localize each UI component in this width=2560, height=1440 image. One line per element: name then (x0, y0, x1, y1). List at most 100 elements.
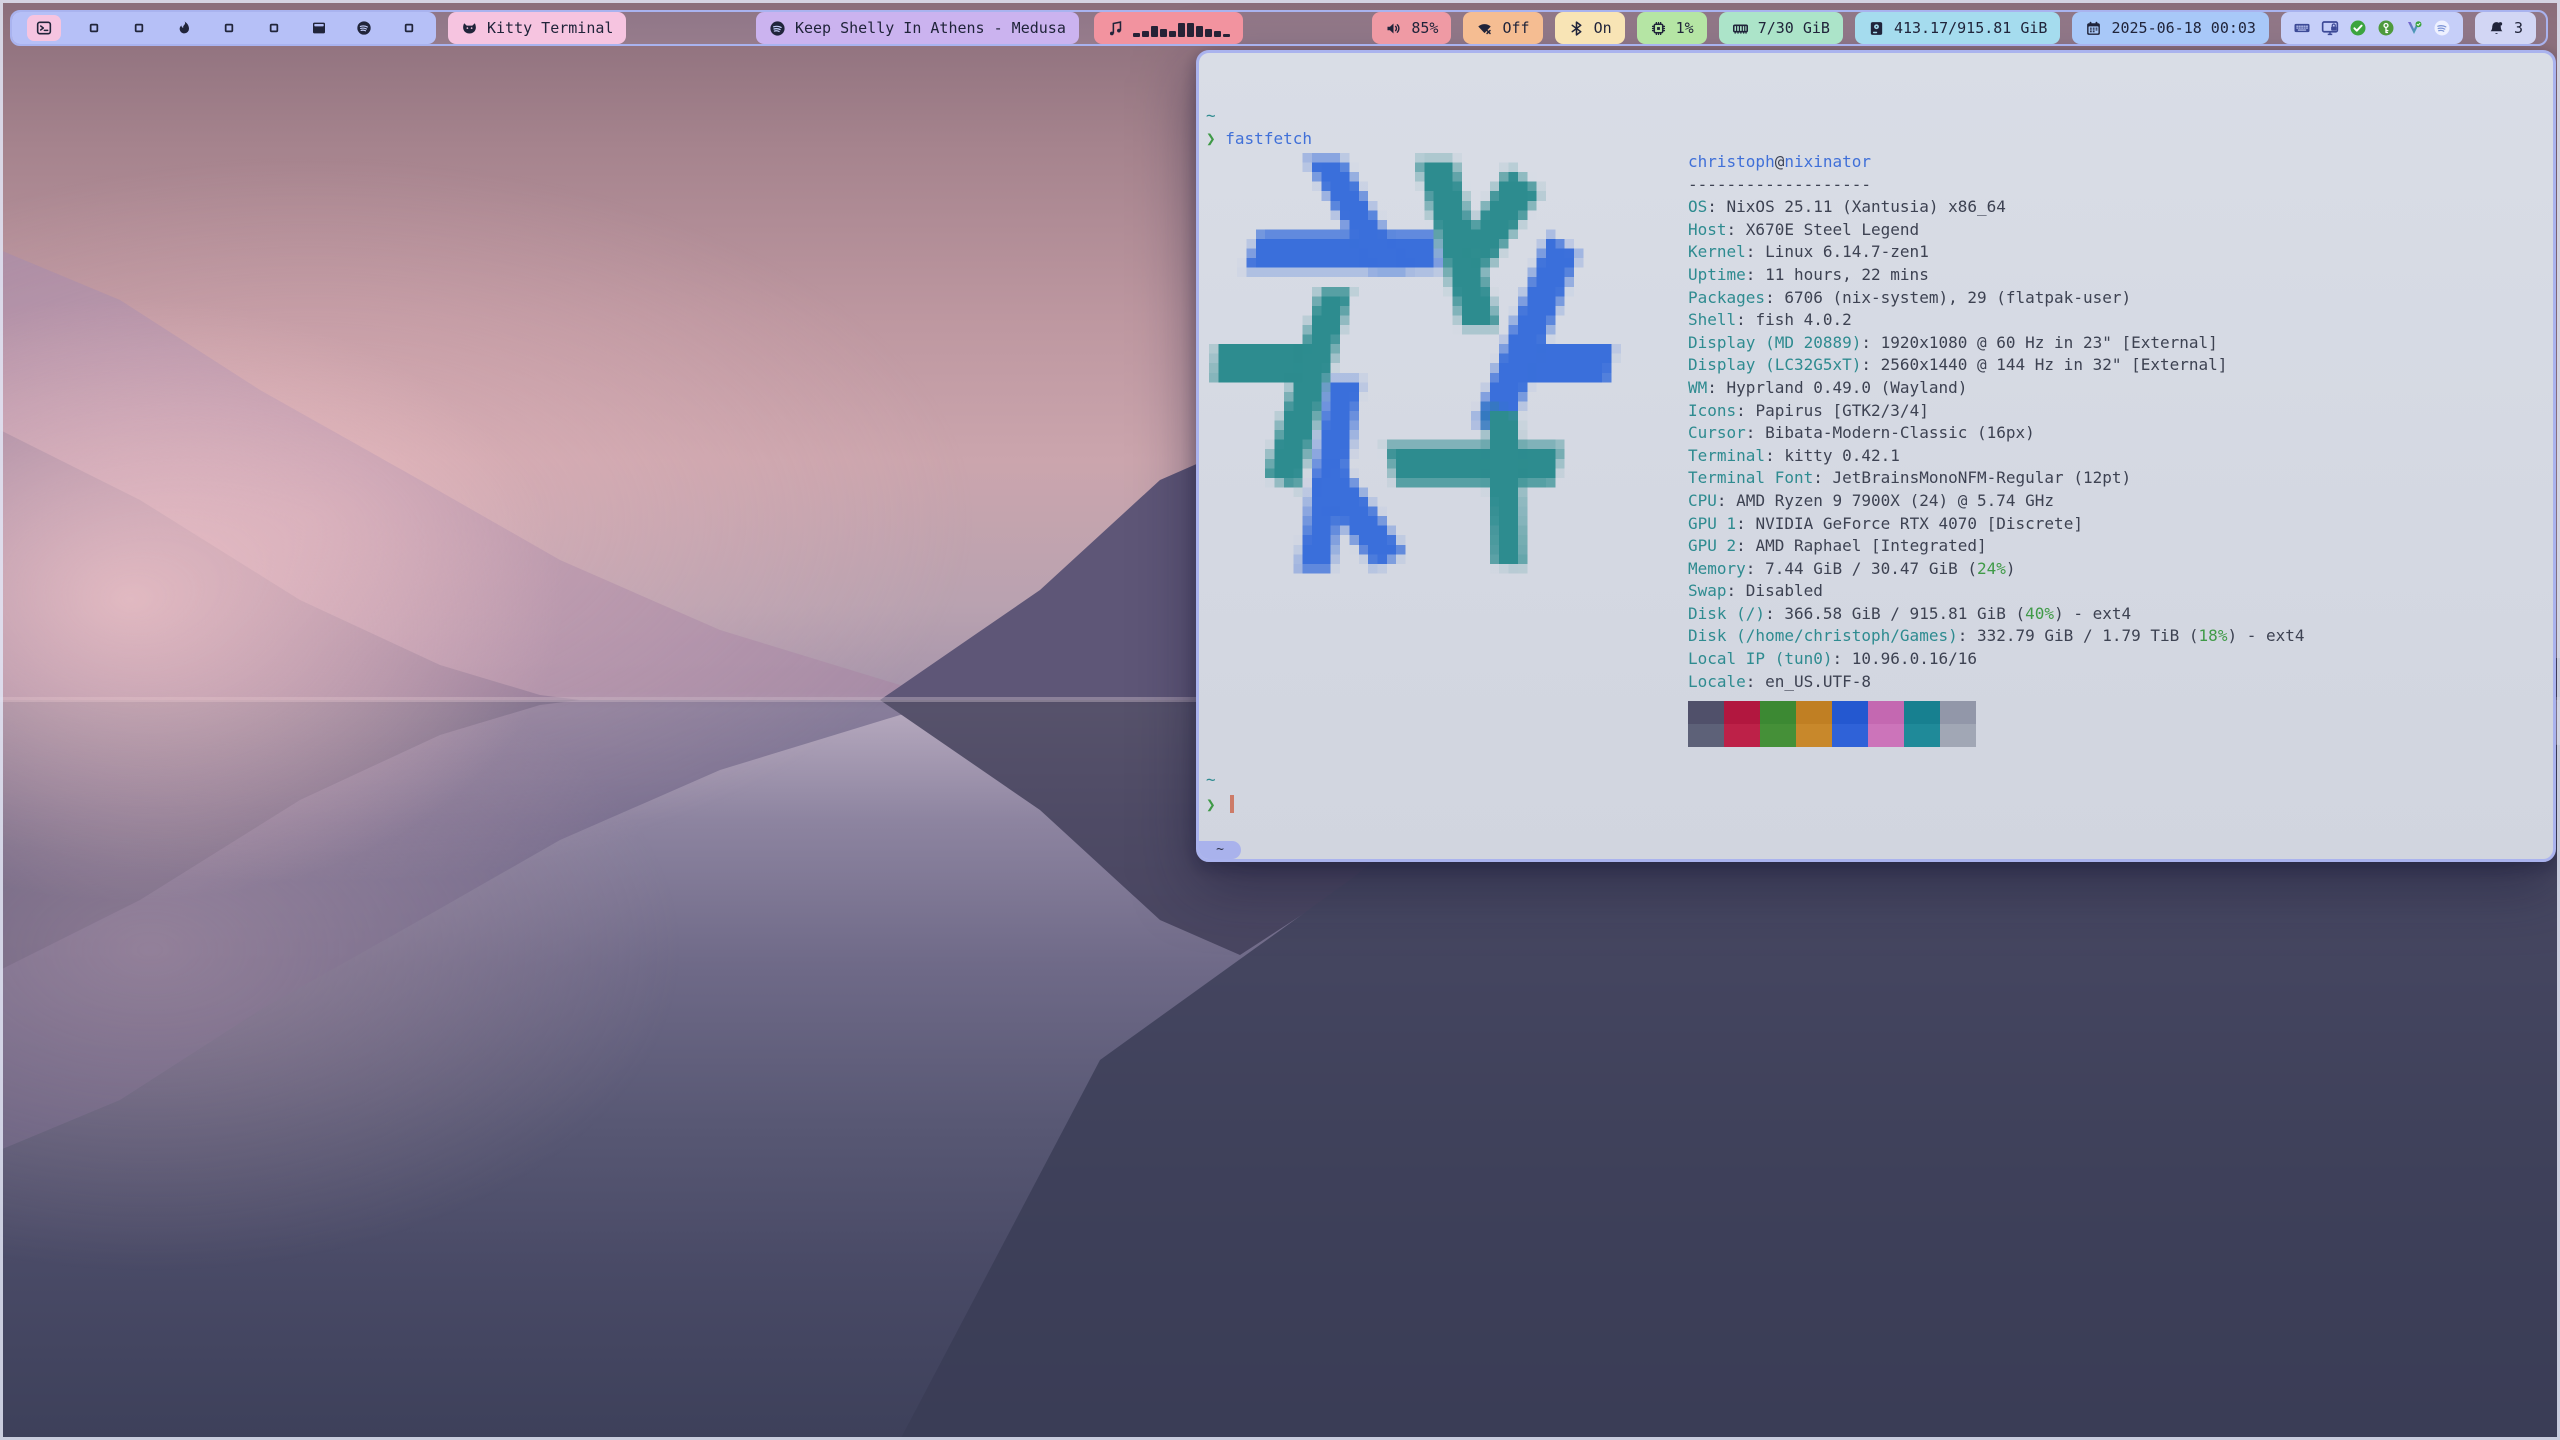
cpu-icon (1650, 20, 1667, 37)
terminal-tab[interactable]: ~ (1199, 841, 1241, 859)
workspace-5[interactable] (217, 16, 241, 40)
terminal-color-palette (1688, 701, 1976, 747)
fastfetch-line-18: GPU 2: AMD Raphael [Integrated] (1688, 535, 2305, 558)
fastfetch-line-17: GPU 1: NVIDIA GeForce RTX 4070 [Discrete… (1688, 513, 2305, 536)
memory-value: 7/30 GiB (1758, 19, 1830, 37)
spotify-tray-icon[interactable] (2433, 19, 2451, 37)
viz-bar-2 (1142, 31, 1149, 37)
viz-bar-6 (1178, 23, 1185, 37)
fastfetch-line-7: Packages: 6706 (nix-system), 29 (flatpak… (1688, 287, 2305, 310)
palette-swatch-1-5 (1868, 724, 1904, 747)
shell-prompt-current: ~ ❯ (1206, 769, 1234, 814)
palette-swatch-0-3 (1796, 701, 1832, 724)
workspace-8[interactable] (352, 16, 376, 40)
volume-pill[interactable]: 85% (1372, 12, 1451, 44)
status-bar: Kitty Terminal Keep Shelly In Athens - M… (10, 10, 2548, 46)
viz-bar-8 (1196, 26, 1203, 37)
notifications-pill[interactable]: 3 (2475, 12, 2536, 44)
viz-bar-10 (1214, 31, 1221, 37)
fastfetch-line-23: Local IP (tun0): 10.96.0.16/16 (1688, 648, 2305, 671)
palette-swatch-1-6 (1904, 724, 1940, 747)
disk-value: 413.17/915.81 GiB (1894, 19, 2048, 37)
workspace-1[interactable] (27, 15, 61, 41)
window-title-pill[interactable]: Kitty Terminal (448, 12, 626, 44)
fastfetch-line-5: Kernel: Linux 6.14.7-zen1 (1688, 241, 2305, 264)
clock-value: 2025-06-18 00:03 (2111, 19, 2256, 37)
prompt-path: ~ (1206, 770, 1216, 789)
bluetooth-icon (1568, 20, 1585, 37)
terminal-icon (36, 20, 52, 36)
palette-swatch-0-1 (1724, 701, 1760, 724)
viz-bar-1 (1133, 33, 1140, 37)
viz-bar-9 (1205, 29, 1212, 37)
viz-bar-11 (1223, 34, 1230, 37)
command-text: fastfetch (1225, 129, 1312, 148)
disk-pill[interactable]: 413.17/915.81 GiB (1855, 12, 2061, 44)
palette-swatch-1-7 (1940, 724, 1976, 747)
workspace-9[interactable] (397, 16, 421, 40)
cpu-value: 1% (1676, 19, 1694, 37)
fastfetch-line-4: Host: X670E Steel Legend (1688, 219, 2305, 242)
fastfetch-line-16: CPU: AMD Ryzen 9 7900X (24) @ 5.74 GHz (1688, 490, 2305, 513)
memory-icon (1732, 20, 1749, 37)
square-icon (131, 20, 147, 36)
terminal-content: ~ ❯ fastfetch christoph@nixinator-------… (1199, 53, 2553, 859)
fastfetch-line-20: Swap: Disabled (1688, 580, 2305, 603)
spotify-icon (769, 20, 786, 37)
palette-row-2 (1688, 724, 1976, 747)
fastfetch-line-6: Uptime: 11 hours, 22 mins (1688, 264, 2305, 287)
check-circle-icon[interactable] (2349, 19, 2367, 37)
notification-count: 3 (2514, 19, 2523, 37)
spotify-icon (356, 20, 372, 36)
palette-swatch-0-6 (1904, 701, 1940, 724)
bluetooth-pill[interactable]: On (1555, 12, 1625, 44)
prompt-path: ~ (1206, 106, 1216, 125)
headset-icon[interactable] (2405, 19, 2423, 37)
workspace-2[interactable] (82, 16, 106, 40)
volume-value: 85% (1411, 19, 1438, 37)
palette-swatch-1-2 (1760, 724, 1796, 747)
bluetooth-value: On (1594, 19, 1612, 37)
nixos-logo (1209, 153, 1649, 583)
workspaces-module (12, 12, 436, 44)
fastfetch-line-1: christoph@nixinator (1688, 151, 2305, 174)
monitor-lock-icon[interactable] (2321, 19, 2339, 37)
memory-pill[interactable]: 7/30 GiB (1719, 12, 1843, 44)
workspace-3[interactable] (127, 16, 151, 40)
network-value: Off (1502, 19, 1529, 37)
speaker-icon (1385, 20, 1402, 37)
fastfetch-line-9: Display (MD 20889): 1920x1080 @ 60 Hz in… (1688, 332, 2305, 355)
fastfetch-line-8: Shell: fish 4.0.2 (1688, 309, 2305, 332)
workspace-4[interactable] (172, 16, 196, 40)
audio-visualizer (1133, 19, 1230, 37)
status-group: 85% Off On 1% 7/30 GiB 413.17/915.81 GiB 2025-… (1372, 12, 2269, 44)
viz-bar-4 (1160, 29, 1167, 37)
palette-swatch-1-1 (1724, 724, 1760, 747)
prompt-symbol: ❯ (1206, 795, 1216, 814)
square-icon (266, 20, 282, 36)
clock-pill[interactable]: 2025-06-18 00:03 (2072, 12, 2269, 44)
workspace-6[interactable] (262, 16, 286, 40)
firefox-icon (176, 20, 192, 36)
music-track-label: Keep Shelly In Athens - Medusa (795, 19, 1066, 37)
kitty-terminal-window[interactable]: ~ ❯ fastfetch christoph@nixinator-------… (1196, 50, 2556, 862)
cpu-pill[interactable]: 1% (1637, 12, 1707, 44)
prompt-symbol: ❯ (1206, 129, 1216, 148)
music-pill[interactable]: Keep Shelly In Athens - Medusa (756, 12, 1079, 44)
network-pill[interactable]: Off (1463, 12, 1542, 44)
palette-swatch-0-4 (1832, 701, 1868, 724)
workspace-7[interactable] (307, 16, 331, 40)
fastfetch-line-21: Disk (/): 366.58 GiB / 915.81 GiB (40%) … (1688, 603, 2305, 626)
palette-swatch-0-5 (1868, 701, 1904, 724)
keyboard-icon[interactable] (2293, 19, 2311, 37)
square-icon (86, 20, 102, 36)
fastfetch-line-24: Locale: en_US.UTF-8 (1688, 671, 2305, 694)
fastfetch-line-2: ------------------- (1688, 174, 2305, 197)
visualizer-pill[interactable] (1094, 12, 1243, 44)
fastfetch-line-22: Disk (/home/christoph/Games): 332.79 GiB… (1688, 625, 2305, 648)
shell-prompt: ~ ❯ fastfetch (1206, 105, 1312, 150)
palette-swatch-0-2 (1760, 701, 1796, 724)
music-note-icon (1107, 20, 1124, 37)
key-icon[interactable] (2377, 19, 2395, 37)
fastfetch-line-3: OS: NixOS 25.11 (Xantusia) x86_64 (1688, 196, 2305, 219)
